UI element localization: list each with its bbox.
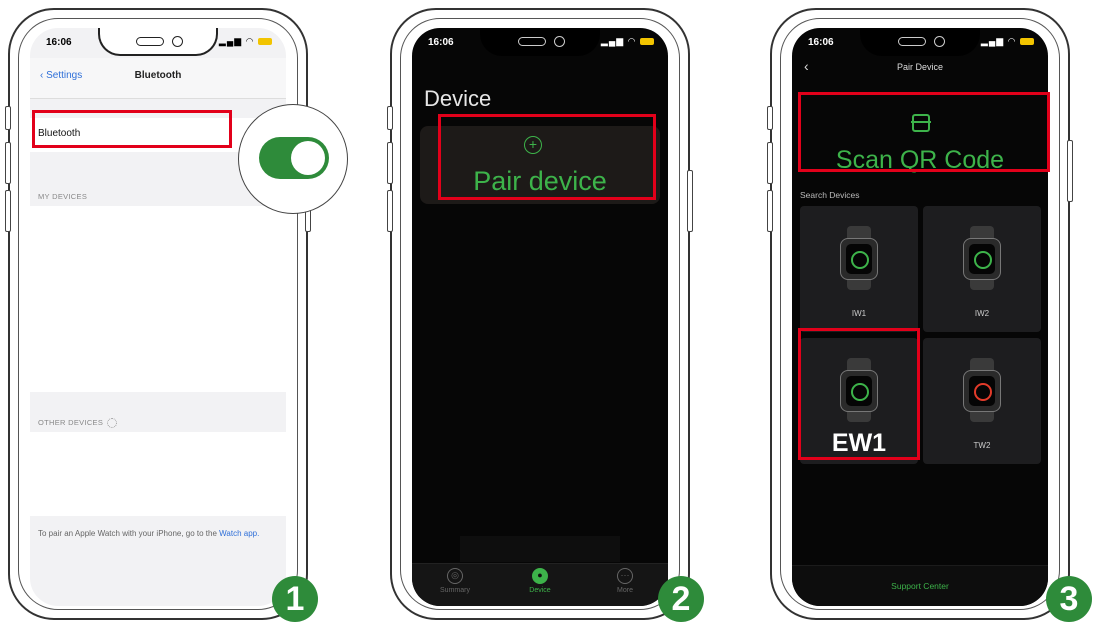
toggle-knob [291, 141, 325, 175]
loading-spinner-icon [107, 418, 118, 429]
highlight-scan-qr [798, 92, 1050, 172]
tab-more[interactable]: ··· More [590, 568, 660, 594]
device-tile-iw1[interactable]: IW1 [800, 206, 918, 332]
status-icons: ▂▄▆ ◠ [219, 36, 272, 47]
more-icon: ··· [617, 568, 633, 584]
side-button [767, 106, 773, 130]
phone-2-device-app: 16:06 ▂▄▆ ◠ Device + Pair device ◎ Summar… [387, 8, 704, 622]
toggle-magnifier [238, 104, 348, 214]
bluetooth-toggle[interactable] [259, 137, 329, 179]
volume-down-button [5, 190, 11, 232]
power-button [1067, 140, 1073, 202]
side-button [387, 106, 393, 130]
my-devices-header: MY DEVICES [38, 192, 88, 201]
notch [98, 28, 218, 56]
watch-icon [963, 226, 1001, 290]
side-button [5, 106, 11, 130]
status-time: 16:06 [428, 37, 454, 48]
summary-icon: ◎ [447, 568, 463, 584]
watch-icon [840, 226, 878, 290]
device-label: IW2 [974, 309, 990, 318]
battery-icon [640, 38, 654, 46]
device-label: IW1 [851, 309, 867, 318]
volume-up-button [5, 142, 11, 184]
device-label: TW2 [973, 441, 991, 450]
device-tile-iw2[interactable]: IW2 [923, 206, 1041, 332]
my-devices-list [30, 206, 286, 392]
battery-icon [258, 38, 272, 46]
volume-up-button [387, 142, 393, 184]
highlight-pair-device [438, 114, 656, 200]
step-badge-2: 2 [658, 576, 704, 622]
other-devices-list [30, 432, 286, 516]
page-title: Pair Device [896, 62, 943, 72]
highlight-bluetooth-row [32, 110, 232, 148]
watch-icon [963, 358, 1001, 422]
tab-summary[interactable]: ◎ Summary [420, 568, 490, 594]
volume-down-button [387, 190, 393, 232]
phone-3-pair-device: 16:06 ▂▄▆ ◠ ‹ Pair Device Scan QR Code S… [767, 8, 1092, 622]
volume-up-button [767, 142, 773, 184]
battery-icon [1020, 38, 1034, 46]
tab-device[interactable]: ● Device [505, 568, 575, 594]
highlight-ew1-tile [798, 328, 920, 460]
step-badge-1: 1 [272, 576, 318, 622]
step-badge-3: 3 [1046, 576, 1092, 622]
volume-down-button [767, 190, 773, 232]
phone-1-bluetooth-settings: 16:06 ▂▄▆ ◠ ‹ Settings Bluetooth Bluetoo… [5, 8, 348, 622]
notch [860, 28, 980, 56]
power-button [687, 170, 693, 232]
status-time: 16:06 [46, 37, 72, 48]
status-icons: ▂▄▆ ◠ [981, 36, 1034, 47]
other-devices-header: OTHER DEVICES [38, 418, 118, 429]
nav-bar: ‹ Settings Bluetooth [30, 58, 286, 99]
status-icons: ▂▄▆ ◠ [601, 36, 654, 47]
device-tile-tw2[interactable]: TW2 [923, 338, 1041, 464]
search-devices-header: Search Devices [800, 190, 860, 200]
page-title: Bluetooth [134, 70, 182, 81]
watch-app-link[interactable]: Watch app. [219, 529, 259, 538]
notch [480, 28, 600, 56]
dim-panel [460, 536, 620, 562]
status-time: 16:06 [808, 37, 834, 48]
page-title: Device [424, 86, 492, 111]
footer-note: To pair an Apple Watch with your iPhone,… [38, 529, 260, 538]
tab-bar: ◎ Summary ● Device ··· More [412, 563, 668, 606]
device-icon: ● [532, 568, 548, 584]
support-center-link[interactable]: Support Center [792, 565, 1048, 606]
